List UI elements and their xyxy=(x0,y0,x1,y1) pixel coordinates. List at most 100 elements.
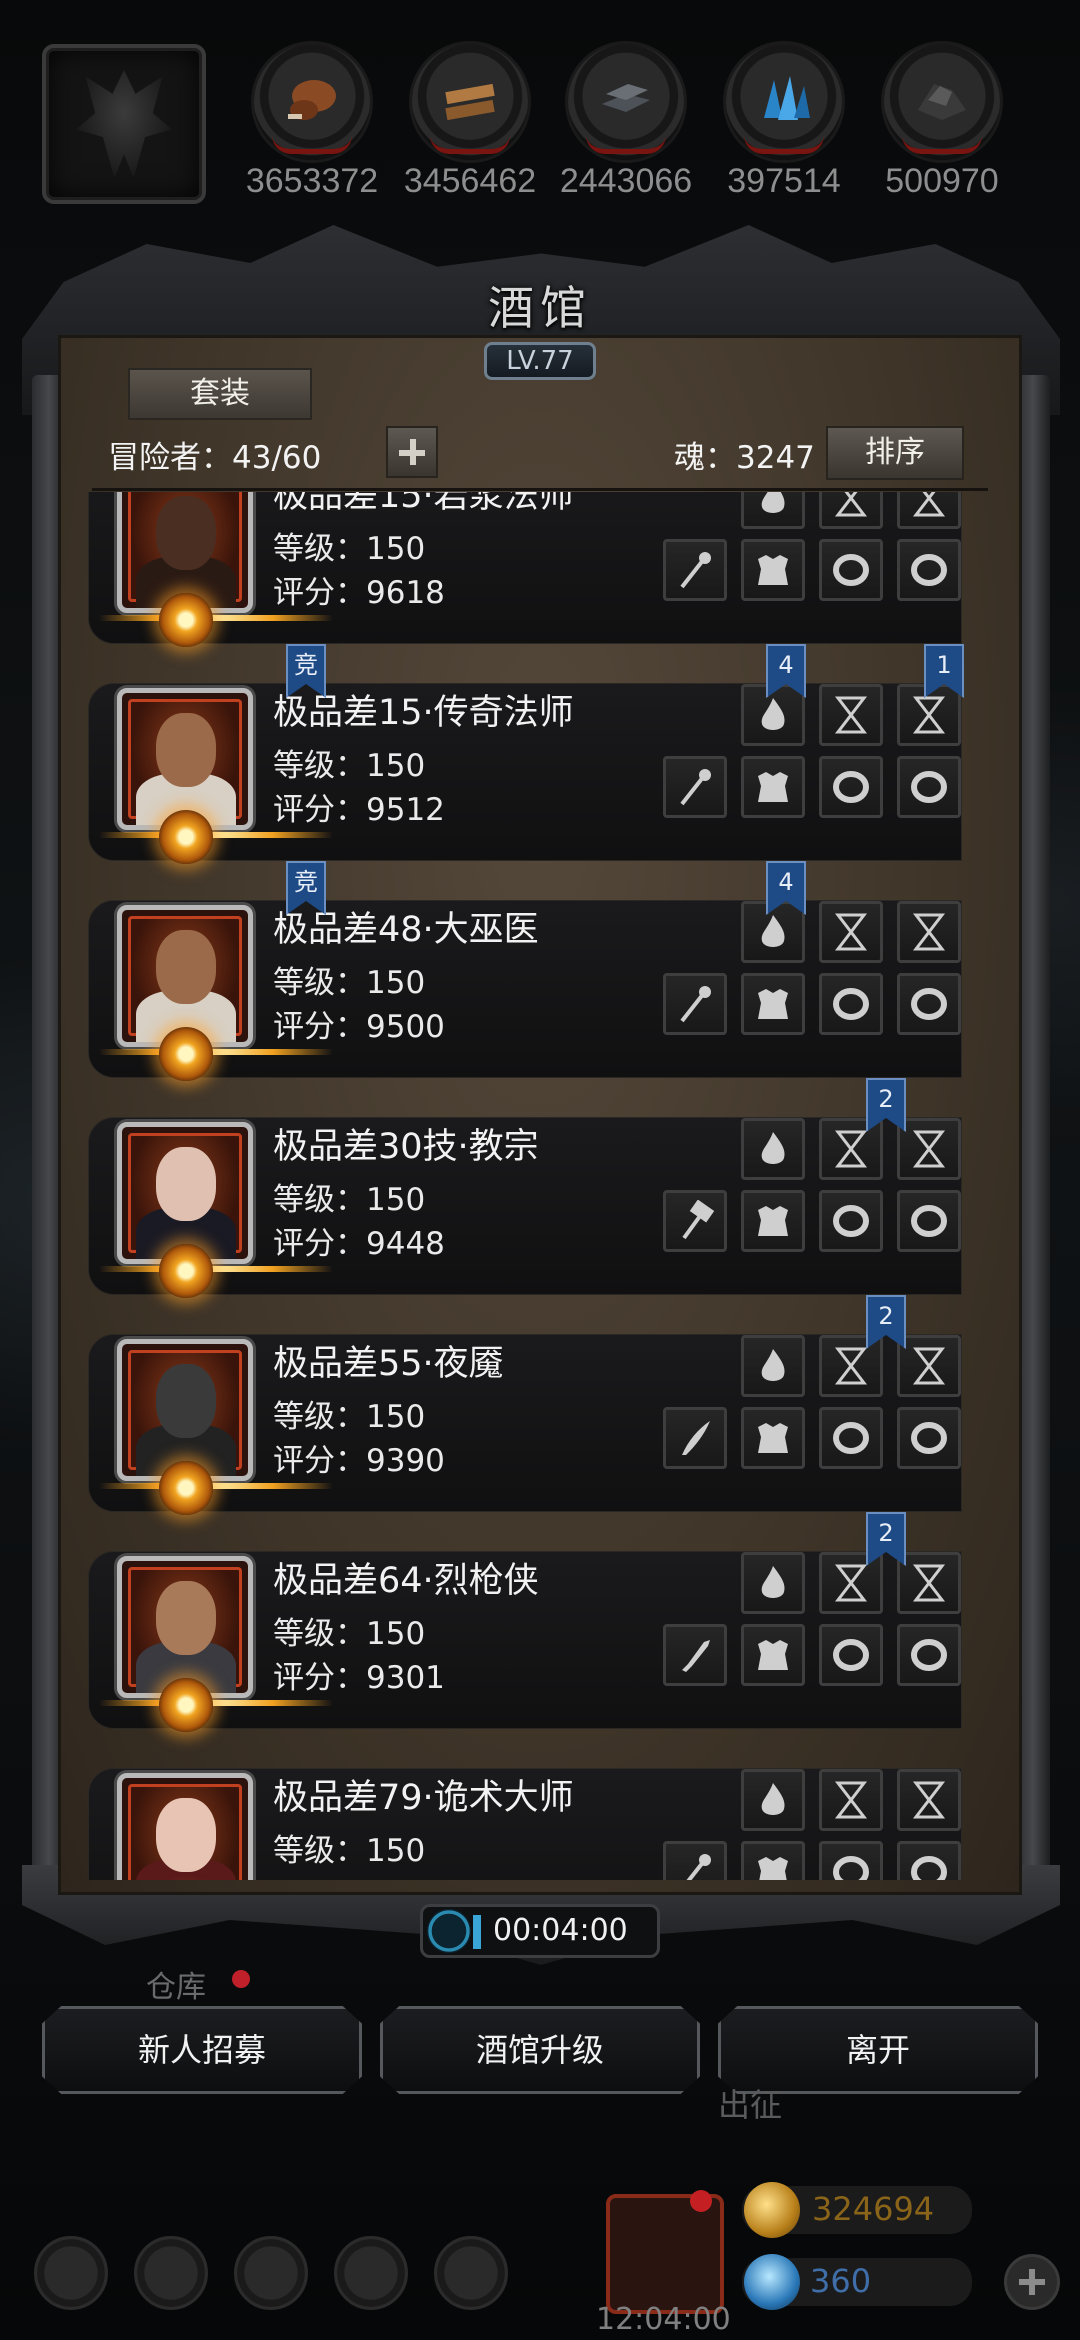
hero-card[interactable]: 极品差15·传奇法师 等级：150 评分：9512 xyxy=(88,683,962,864)
dice-icon[interactable] xyxy=(434,2236,508,2310)
staff-slot[interactable] xyxy=(663,539,727,601)
hero-list[interactable]: 极品差15·岩浆法师 等级：150 评分：9618 极品差15·传奇法师 等级：… xyxy=(60,492,1018,1880)
tower-icon[interactable] xyxy=(234,2236,308,2310)
gear-icon[interactable] xyxy=(34,2236,108,2310)
resource-stone[interactable]: 500970 xyxy=(882,44,1002,200)
hero-portrait[interactable] xyxy=(117,1339,253,1481)
add-capacity-button[interactable] xyxy=(386,426,438,478)
hourglass-slot[interactable] xyxy=(897,1118,961,1180)
hero-card[interactable]: 极品差48·大巫医 等级：150 评分：9500 xyxy=(88,900,962,1081)
hourglass-slot[interactable] xyxy=(819,1769,883,1831)
resource-meat[interactable]: 3653372 xyxy=(246,44,378,200)
hero-name: 极品差55·夜魇 xyxy=(273,1344,504,1384)
iron-icon xyxy=(602,84,650,112)
ring-slot[interactable] xyxy=(819,1624,883,1686)
hero-portrait[interactable] xyxy=(117,1773,253,1880)
ring-slot[interactable] xyxy=(819,1407,883,1469)
ring-slot[interactable] xyxy=(897,1841,961,1880)
ring-slot[interactable] xyxy=(897,1190,961,1252)
staff-slot[interactable] xyxy=(663,973,727,1035)
armor-icon xyxy=(758,1423,788,1453)
armor-slot[interactable] xyxy=(741,756,805,818)
ring-slot[interactable] xyxy=(819,756,883,818)
hero-portrait[interactable] xyxy=(117,905,253,1047)
ring-slot[interactable] xyxy=(819,973,883,1035)
hourglass-slot[interactable] xyxy=(819,492,883,529)
hero-card[interactable]: 极品差30技·教宗 等级：150 评分：9448 xyxy=(88,1117,962,1298)
star-icon[interactable] xyxy=(134,2236,208,2310)
fire-slot[interactable] xyxy=(741,1118,805,1180)
hourglass-slot[interactable] xyxy=(819,684,883,746)
suit-button[interactable]: 套装 xyxy=(128,368,312,420)
ring-slot[interactable] xyxy=(819,1841,883,1880)
hero-name: 极品差15·岩浆法师 xyxy=(273,492,574,516)
hourglass-icon xyxy=(834,1130,868,1168)
ring-slot[interactable] xyxy=(897,1407,961,1469)
hero-card[interactable]: 极品差55·夜魇 等级：150 评分：9390 xyxy=(88,1334,962,1515)
ring-slot[interactable] xyxy=(819,539,883,601)
resource-iron[interactable]: 2443066 xyxy=(560,44,692,200)
hammer-slot[interactable] xyxy=(663,1190,727,1252)
resource-wood[interactable]: 3456462 xyxy=(404,44,536,200)
hero-portrait[interactable] xyxy=(117,1122,253,1264)
fire-slot[interactable] xyxy=(741,1335,805,1397)
hero-level: 等级：150 xyxy=(273,531,426,567)
hourglass-icon xyxy=(834,492,868,517)
armor-slot[interactable] xyxy=(741,1190,805,1252)
gun-icon xyxy=(682,1640,710,1672)
hourglass-slot[interactable] xyxy=(819,901,883,963)
ring-slot[interactable] xyxy=(819,1190,883,1252)
resource-value: 3653372 xyxy=(245,162,379,200)
hourglass-slot[interactable] xyxy=(819,1552,883,1614)
ring-slot[interactable] xyxy=(897,539,961,601)
hourglass-slot[interactable] xyxy=(819,1118,883,1180)
gift-icon[interactable] xyxy=(606,2194,724,2314)
fire-slot[interactable] xyxy=(741,1552,805,1614)
player-avatar[interactable] xyxy=(42,44,206,204)
gold-value: 324694 xyxy=(812,2190,935,2228)
resource-crystal[interactable]: 397514 xyxy=(724,44,844,200)
staff-slot[interactable] xyxy=(663,756,727,818)
fire-slot[interactable] xyxy=(741,684,805,746)
hourglass-slot[interactable] xyxy=(819,1335,883,1397)
hourglass-icon xyxy=(834,1781,868,1819)
fire-slot[interactable] xyxy=(741,492,805,529)
hero-card[interactable]: 极品差64·烈枪侠 等级：150 评分：9301 xyxy=(88,1551,962,1732)
ring-slot[interactable] xyxy=(897,756,961,818)
coin-icon xyxy=(744,2182,800,2238)
hero-level: 等级：150 xyxy=(273,1182,426,1218)
hourglass-slot[interactable] xyxy=(897,1769,961,1831)
hourglass-slot[interactable] xyxy=(897,901,961,963)
gun-slot[interactable] xyxy=(663,1624,727,1686)
hero-name: 极品差30技·教宗 xyxy=(273,1127,539,1167)
fire-slot[interactable] xyxy=(741,1769,805,1831)
armor-slot[interactable] xyxy=(741,973,805,1035)
hero-portrait[interactable] xyxy=(117,688,253,830)
armor-slot[interactable] xyxy=(741,1407,805,1469)
hero-name: 极品差64·烈枪侠 xyxy=(273,1561,539,1601)
ring-slot[interactable] xyxy=(897,973,961,1035)
hourglass-slot[interactable] xyxy=(897,1552,961,1614)
hourglass-slot[interactable] xyxy=(897,492,961,529)
hero-portrait[interactable] xyxy=(117,1556,253,1698)
ring-icon xyxy=(833,1639,869,1671)
upgrade-tavern-button[interactable]: 酒馆升级 xyxy=(380,2006,700,2094)
armor-slot[interactable] xyxy=(741,539,805,601)
ring-icon xyxy=(911,1205,947,1237)
sort-button[interactable]: 排序 xyxy=(826,426,964,480)
mail-icon[interactable] xyxy=(334,2236,408,2310)
warehouse-label[interactable]: 仓库 xyxy=(146,1962,206,2006)
rank-emblem-icon xyxy=(159,1678,213,1732)
expedition-label[interactable]: 出征 xyxy=(718,2080,782,2126)
blade-slot[interactable] xyxy=(663,1407,727,1469)
hourglass-slot[interactable] xyxy=(897,1335,961,1397)
armor-slot[interactable] xyxy=(741,1624,805,1686)
hero-card[interactable]: 极品差79·诡术大师 等级：150 xyxy=(88,1768,962,1880)
fire-slot[interactable] xyxy=(741,901,805,963)
recruit-button[interactable]: 新人招募 xyxy=(42,2006,362,2094)
add-gems-button[interactable] xyxy=(1004,2254,1060,2310)
ring-slot[interactable] xyxy=(897,1624,961,1686)
hero-card[interactable]: 极品差15·岩浆法师 等级：150 评分：9618 xyxy=(88,492,962,647)
armor-slot[interactable] xyxy=(741,1841,805,1880)
staff-slot[interactable] xyxy=(663,1841,727,1880)
